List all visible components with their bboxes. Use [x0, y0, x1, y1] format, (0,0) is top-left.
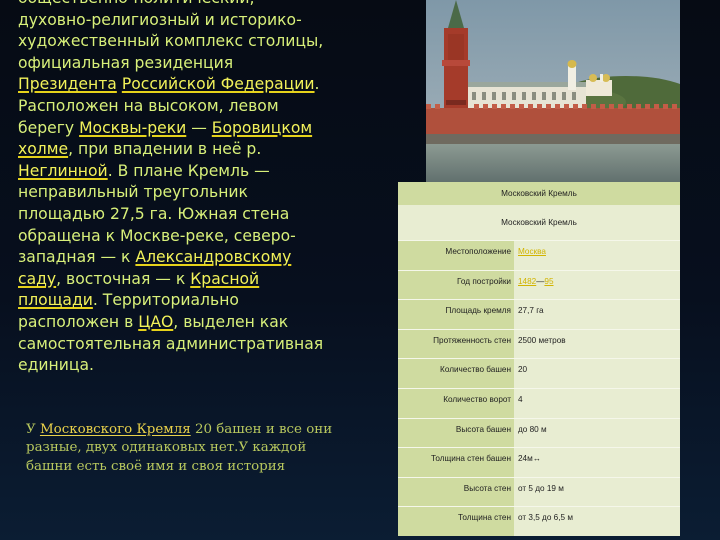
- infobox-value: Москва: [514, 241, 680, 270]
- infobox-row: Площадь кремля 27,7 га: [398, 299, 680, 329]
- link-moscow[interactable]: Москва: [518, 247, 546, 256]
- kremlin-description: общественно-политический, духовно-религи…: [18, 0, 328, 377]
- infobox-key: Местоположение: [398, 241, 514, 270]
- kremlin-photo: [426, 0, 680, 184]
- infobox-row: Количество ворот 4: [398, 387, 680, 418]
- desc-text: , восточная — к: [56, 269, 191, 288]
- desc-text: , при впадении в неё р.: [68, 140, 262, 159]
- infobox-value: до 80 м: [514, 418, 680, 448]
- infobox-value: 27,7 га: [514, 300, 680, 329]
- kremlin-photo-image: [426, 0, 680, 184]
- link-neglinnaya[interactable]: Неглинной: [18, 162, 108, 180]
- infobox-key: Толщина стен: [398, 507, 514, 536]
- infobox-key: Протяженность стен: [398, 329, 514, 359]
- towers-note: У Московского Кремля 20 башен и все они …: [26, 421, 356, 476]
- infobox-row: Местоположение Москва: [398, 240, 680, 270]
- infobox-key: Количество башен: [398, 359, 514, 388]
- note-text: У: [26, 422, 40, 437]
- infobox-title: Московский Кремль: [398, 182, 680, 205]
- infobox-key: Количество ворот: [398, 388, 514, 418]
- link-moscow-kremlin[interactable]: Московского Кремля: [40, 422, 191, 437]
- infobox-value: 24м↔: [514, 448, 680, 477]
- infobox-row: Высота башен до 80 м: [398, 417, 680, 448]
- link-president[interactable]: Президента: [18, 75, 117, 93]
- infobox-subtitle: Московский Кремль: [398, 205, 680, 240]
- infobox-key: Высота башен: [398, 418, 514, 448]
- infobox-key: Площадь кремля: [398, 300, 514, 329]
- kremlin-infobox: Московский Кремль Московский Кремль Мест…: [398, 182, 680, 536]
- link-tsao[interactable]: ЦАО: [138, 313, 173, 331]
- infobox-value: 4: [514, 388, 680, 418]
- desc-text: —: [186, 118, 212, 137]
- link-russian-federation[interactable]: Российской Федерации: [122, 75, 315, 93]
- infobox-value: 1482—95: [514, 270, 680, 300]
- infobox-value: от 3,5 до 6,5 м: [514, 507, 680, 536]
- infobox-value: 20: [514, 359, 680, 388]
- infobox-value: 2500 метров: [514, 329, 680, 359]
- link-year-95[interactable]: 95: [544, 277, 553, 286]
- infobox-row: Толщина стен от 3,5 до 6,5 м: [398, 506, 680, 536]
- link-moskva-river[interactable]: Москвы-реки: [79, 119, 186, 137]
- infobox-key: Год постройки: [398, 270, 514, 300]
- infobox-key: Толщина стен башен: [398, 448, 514, 477]
- infobox-value: от 5 до 19 м: [514, 477, 680, 507]
- infobox-row: Толщина стен башен 24м↔: [398, 447, 680, 477]
- desc-text: общественно-политический, духовно-религи…: [18, 0, 324, 72]
- infobox-row: Год постройки 1482—95: [398, 269, 680, 300]
- infobox-row: Протяженность стен 2500 метров: [398, 328, 680, 359]
- link-year-1482[interactable]: 1482: [518, 277, 536, 286]
- infobox-row: Количество башен 20: [398, 358, 680, 388]
- infobox-key: Высота стен: [398, 477, 514, 507]
- infobox-row: Высота стен от 5 до 19 м: [398, 476, 680, 507]
